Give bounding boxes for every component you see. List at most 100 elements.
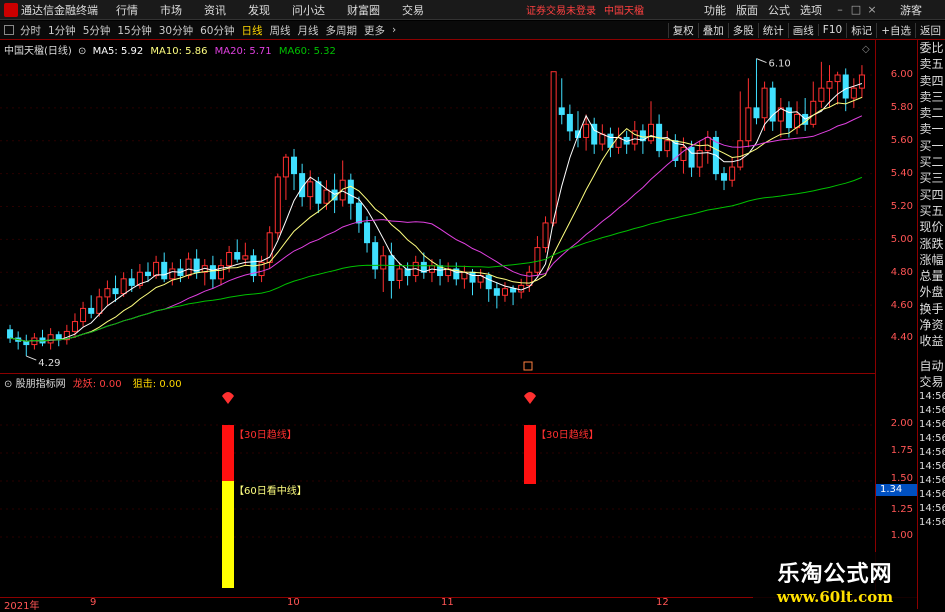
window-toggle-icon[interactable] [4, 25, 14, 35]
candle-body [518, 284, 525, 293]
menu-item-trade[interactable]: 交易 [402, 2, 424, 18]
app-title: 通达信金融终端 [21, 3, 98, 17]
tab-multi-period[interactable]: 多周期 [326, 23, 358, 38]
mark-button[interactable]: 标记 [846, 22, 876, 38]
tab-timeshare[interactable]: 分时 [20, 23, 41, 38]
sidebar-quote-item[interactable]: 涨幅 [918, 252, 945, 268]
signal-label: 【30日趋线】 [536, 428, 599, 441]
menu-options[interactable]: 选项 [800, 2, 822, 18]
indicator-chart[interactable]: 【30日趋线】【60日看中线】【30日趋线】 [0, 374, 875, 597]
close-icon[interactable]: × [864, 3, 880, 16]
sidebar-quote-item[interactable]: 外盘 [918, 284, 945, 300]
auto-trade-label[interactable]: 自动 [918, 358, 945, 374]
candle-body [112, 288, 119, 295]
minimize-icon[interactable]: – [832, 3, 848, 16]
indicator-toggle-icon[interactable]: ⊙ [4, 379, 12, 390]
candle-body [834, 74, 841, 83]
sidebar-quote-item[interactable]: 涨跌 [918, 236, 945, 252]
event-marker-icon [523, 361, 533, 371]
sidebar-quote-item[interactable]: 买一 [918, 138, 945, 154]
sidebar-quote-item[interactable]: 卖五 [918, 56, 945, 72]
candle-body [647, 123, 655, 142]
sidebar-quote-item[interactable]: 净资 [918, 317, 945, 333]
menu-item-ask[interactable]: 问小达 [292, 2, 325, 18]
menu-function[interactable]: 功能 [704, 2, 726, 18]
sidebar-quote-item[interactable]: 买二 [918, 154, 945, 170]
sidebar-time-item: 14:56 [919, 447, 945, 459]
candle-body [282, 156, 289, 178]
tab-daily[interactable]: 日线 [242, 23, 263, 38]
tab-30min[interactable]: 30分钟 [159, 23, 193, 38]
site-watermark: 乐淘公式网 www.60lt.com [753, 552, 917, 609]
trade-label[interactable]: 交易 [918, 374, 945, 390]
watermark-url: www.60lt.com [776, 588, 894, 606]
tab-15min[interactable]: 15分钟 [117, 23, 151, 38]
legend-chevron-icon[interactable]: ⊙ [78, 46, 86, 57]
date-tick: 11 [441, 597, 454, 608]
candle-body [364, 222, 371, 244]
sidebar-quote-item[interactable]: 卖四 [918, 73, 945, 89]
price-tick: 4.80 [890, 267, 913, 278]
draw-line-button[interactable]: 画线 [787, 22, 818, 38]
menu-layout[interactable]: 版面 [736, 2, 758, 18]
candlestick-chart[interactable]: 6.10 4.29 ◇ [0, 40, 875, 373]
tab-weekly[interactable]: 周线 [270, 23, 291, 38]
candle-body [810, 100, 817, 125]
chart-legend: 中国天楹(日线) ⊙ MA5: 5.92 MA10: 5.86 MA20: 5.… [4, 42, 336, 57]
sidebar-quote-item[interactable]: 现价 [918, 219, 945, 235]
more-chevron-icon[interactable]: › [392, 24, 396, 36]
quote-sidebar: 委比 卖五 卖四 卖三 卖二 卖一 买一 买二 买三 买四 买五 现价 涨跌 涨幅 总量 外盘 换手 净资 收益 自… [917, 40, 945, 609]
menu-item-discover[interactable]: 发现 [248, 2, 270, 18]
sidebar-quote-item[interactable]: 总量 [918, 268, 945, 284]
sidebar-quote-item[interactable]: 买三 [918, 170, 945, 186]
candle-body [704, 136, 711, 152]
adjust-button[interactable]: 复权 [667, 22, 698, 38]
menu-item-market[interactable]: 市场 [160, 2, 182, 18]
candle-body [355, 202, 362, 224]
sidebar-quote-item[interactable]: 收益 [918, 333, 945, 349]
candle-body [858, 74, 865, 89]
menu-item-quotes[interactable]: 行情 [116, 2, 138, 18]
candle-body [558, 107, 565, 115]
multi-stock-button[interactable]: 多股 [727, 22, 758, 38]
candle-body [226, 252, 233, 267]
menu-item-news[interactable]: 资讯 [204, 2, 226, 18]
login-status[interactable]: 证券交易未登录 [526, 2, 596, 17]
watermark-title: 乐淘公式网 [777, 562, 893, 587]
sidebar-time-item: 14:56 [919, 405, 945, 417]
tab-monthly[interactable]: 月线 [298, 23, 319, 38]
guest-user[interactable]: 游客 [900, 2, 922, 18]
overlay-button[interactable]: 叠加 [697, 22, 728, 38]
sidebar-quote-item[interactable]: 委比 [918, 40, 945, 56]
sidebar-quote-item[interactable]: 换手 [918, 301, 945, 317]
statistics-button[interactable]: 统计 [757, 22, 788, 38]
sidebar-quote-item[interactable]: 卖三 [918, 89, 945, 105]
back-button[interactable]: 返回 [915, 22, 945, 38]
sidebar-quote-item[interactable]: 卖一 [918, 121, 945, 137]
tab-5min[interactable]: 5分钟 [83, 23, 111, 38]
menu-item-wealth[interactable]: 财富圈 [347, 2, 380, 18]
sidebar-quote-item[interactable]: 卖二 [918, 105, 945, 121]
sidebar-quote-item[interactable]: 买五 [918, 203, 945, 219]
tab-60min[interactable]: 60分钟 [200, 23, 234, 38]
sidebar-time-item: 14:56 [919, 517, 945, 529]
add-favorite-button[interactable]: +自选 [876, 22, 915, 38]
candle-body [339, 179, 346, 201]
candle-body [664, 140, 671, 152]
candle-body [291, 156, 298, 175]
candle-body [599, 133, 606, 145]
candle-body [104, 288, 111, 298]
indicator-item-2: 狙击: 0.00 [132, 379, 182, 390]
price-tick: 5.00 [890, 234, 913, 245]
f10-button[interactable]: F10 [817, 24, 846, 36]
candle-body [88, 307, 95, 314]
candle-body [785, 107, 792, 129]
date-tick: 2021年 [4, 601, 40, 612]
tab-1min[interactable]: 1分钟 [48, 23, 76, 38]
sidebar-quote-item[interactable]: 买四 [918, 187, 945, 203]
tab-more[interactable]: 更多 [364, 23, 385, 38]
candle-body [510, 288, 517, 293]
menu-formula[interactable]: 公式 [768, 2, 790, 18]
maximize-icon[interactable]: □ [848, 3, 864, 16]
candle-body [331, 189, 338, 201]
